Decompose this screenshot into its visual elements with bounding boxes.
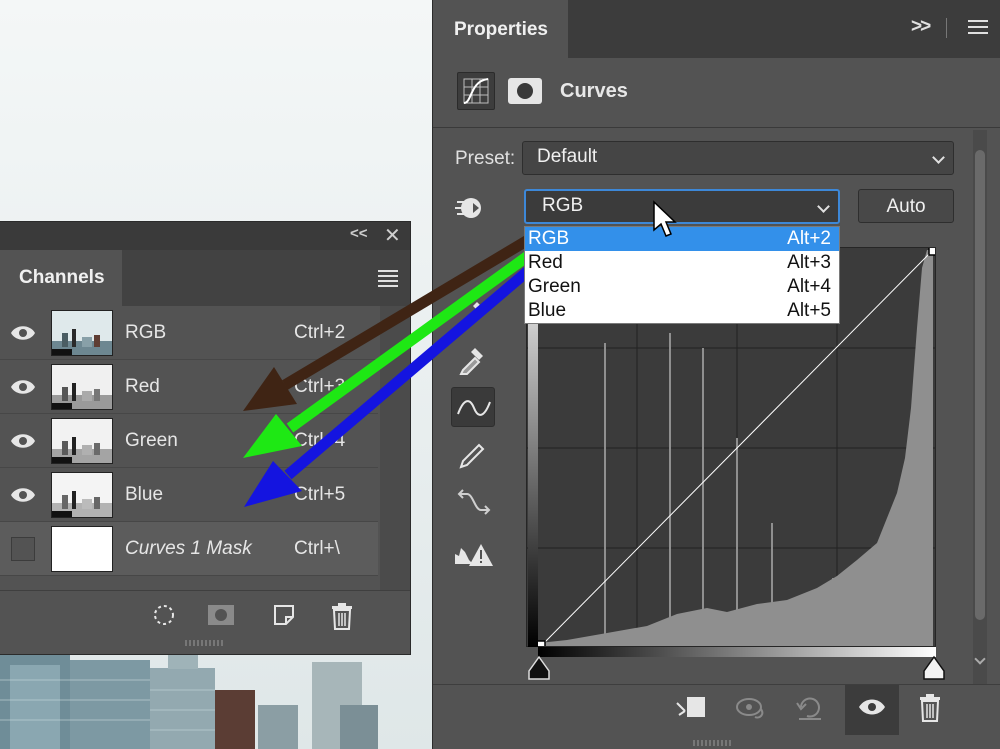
header-divider [433, 127, 1000, 128]
panel-menu-icon[interactable] [378, 270, 398, 287]
preset-value: Default [537, 146, 598, 167]
channel-row-curves-mask[interactable]: Curves 1 Mask Ctrl+\ [0, 522, 378, 576]
menu-item-green[interactable]: Green Alt+4 [525, 275, 839, 299]
layer-mask-icon[interactable] [508, 78, 542, 104]
channel-shortcut: Ctrl+\ [294, 538, 340, 559]
channel-row-red[interactable]: Red Ctrl+3 [0, 360, 378, 414]
channel-name: Red [125, 376, 160, 397]
mask-thumbnail [51, 526, 113, 572]
channels-footer [0, 590, 410, 656]
panel-resize-grip[interactable] [693, 740, 733, 746]
chevron-down-icon [817, 200, 830, 213]
scrollbar-thumb[interactable] [975, 150, 985, 620]
mouse-cursor-icon [652, 200, 678, 245]
tab-properties[interactable]: Properties [433, 0, 568, 58]
preset-label: Preset: [455, 148, 516, 169]
channel-row-blue[interactable]: Blue Ctrl+5 [0, 468, 378, 522]
visibility-toggle-box[interactable] [11, 537, 35, 561]
adjustment-title: Curves [560, 80, 628, 102]
collapse-panel-icon[interactable]: >> [911, 16, 931, 38]
channel-thumbnail [51, 472, 113, 518]
chevron-down-icon [932, 151, 945, 164]
curves-adjustment-icon[interactable] [457, 72, 495, 110]
menu-item-label: Blue [528, 300, 567, 321]
menu-item-shortcut: Alt+3 [787, 252, 831, 273]
panel-scrollbar[interactable] [973, 130, 987, 690]
menu-item-shortcut: Alt+4 [787, 276, 831, 297]
clipping-warning-icon[interactable] [451, 534, 495, 574]
channel-row-green[interactable]: Green Ctrl+4 [0, 414, 378, 468]
channel-dropdown[interactable]: RGB [524, 189, 840, 224]
channels-panel: << ✕ Channels RGB Ctrl+2 Red Ctrl+3 Gree… [0, 221, 411, 655]
collapse-panel-icon[interactable]: << [350, 225, 368, 242]
menu-item-label: Green [528, 276, 581, 297]
visibility-eye-icon[interactable] [845, 685, 899, 735]
reset-icon[interactable] [783, 685, 837, 735]
delete-channel-icon[interactable] [328, 601, 356, 636]
channel-name: Curves 1 Mask [125, 538, 252, 559]
menu-item-shortcut: Alt+5 [787, 300, 831, 321]
white-point-handle [928, 248, 935, 256]
channel-name: RGB [125, 322, 167, 343]
channel-shortcut: Ctrl+3 [294, 376, 346, 397]
menu-item-red[interactable]: Red Alt+3 [525, 251, 839, 275]
clip-to-layer-icon[interactable] [665, 685, 719, 735]
view-previous-state-icon[interactable] [725, 685, 779, 735]
channel-row-rgb[interactable]: RGB Ctrl+2 [0, 306, 378, 360]
menu-item-blue[interactable]: Blue Alt+5 [525, 299, 839, 323]
auto-button[interactable]: Auto [858, 189, 954, 223]
close-icon[interactable]: ✕ [384, 223, 401, 248]
visibility-eye-icon[interactable] [10, 322, 36, 349]
white-input-slider[interactable] [922, 655, 946, 686]
black-input-slider[interactable] [527, 655, 551, 686]
channel-thumbnail [51, 364, 113, 410]
channel-dropdown-menu: RGB Alt+2 Red Alt+3 Green Alt+4 Blue Alt… [524, 226, 840, 324]
channel-shortcut: Ctrl+4 [294, 430, 346, 451]
pencil-draw-icon[interactable] [451, 435, 495, 475]
channel-name: Green [125, 430, 178, 451]
on-image-adjust-icon[interactable] [455, 195, 495, 226]
visibility-eye-icon[interactable] [10, 430, 36, 457]
menu-item-label: Red [528, 252, 563, 273]
visibility-eye-icon[interactable] [10, 484, 36, 511]
visibility-eye-icon[interactable] [10, 376, 36, 403]
tab-bar-separator [946, 18, 947, 38]
curve-edit-points-icon[interactable] [451, 387, 495, 427]
properties-panel: Properties >> Curves Preset: Default RGB… [432, 0, 1000, 749]
channels-title-strip [0, 222, 410, 250]
channel-thumbnail [51, 310, 113, 356]
channel-shortcut: Ctrl+5 [294, 484, 346, 505]
menu-item-rgb[interactable]: RGB Alt+2 [525, 227, 839, 251]
black-point-eyedropper-icon[interactable] [451, 292, 495, 332]
channels-scrollbar[interactable] [380, 306, 410, 590]
channel-value: RGB [542, 195, 584, 216]
panel-resize-grip[interactable] [185, 640, 225, 646]
input-gradient-ramp [538, 647, 936, 657]
load-selection-icon[interactable] [150, 601, 178, 634]
preset-dropdown[interactable]: Default [522, 141, 954, 175]
channel-shortcut: Ctrl+2 [294, 322, 346, 343]
gray-point-eyedropper-icon[interactable] [451, 340, 495, 380]
new-channel-icon[interactable] [270, 601, 298, 634]
tab-channels[interactable]: Channels [0, 250, 122, 306]
menu-item-shortcut: Alt+2 [787, 228, 831, 249]
smooth-curve-icon[interactable] [451, 482, 495, 522]
panel-menu-icon[interactable] [968, 20, 988, 36]
channel-thumbnail [51, 418, 113, 464]
trash-icon[interactable] [903, 685, 957, 735]
menu-item-label: RGB [528, 228, 570, 249]
channel-name: Blue [125, 484, 164, 505]
save-selection-mask-icon[interactable] [206, 601, 236, 634]
